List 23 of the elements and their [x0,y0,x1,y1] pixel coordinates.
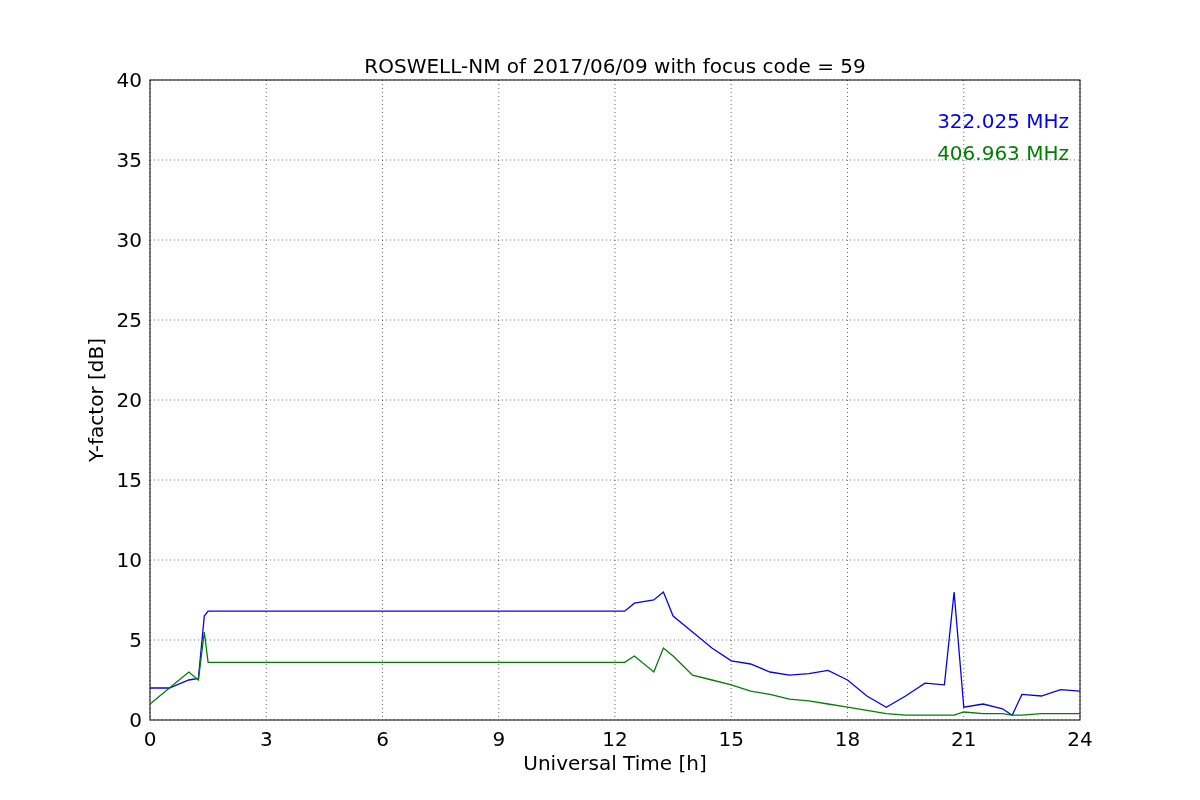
tick-label: 10 [116,548,142,572]
legend-label: 322.025 MHz [937,109,1069,133]
tick-label: 30 [116,228,142,252]
tick-label: 0 [129,708,142,732]
tick-label: 40 [116,68,142,92]
tick-label: 24 [1067,727,1093,751]
tick-label: 5 [129,628,142,652]
tick-label: 25 [116,308,142,332]
tick-label: 15 [718,727,744,751]
tick-label: 3 [259,727,273,751]
tick-label: 12 [602,727,628,751]
tick-label: 15 [116,468,142,492]
tick-label: 21 [951,727,977,751]
y-axis-label: Y-factor [dB] [84,338,108,462]
tick-label: 0 [143,727,157,751]
tick-label: 9 [492,727,506,751]
tick-label: 20 [116,388,142,412]
chart-title: ROSWELL-NM of 2017/06/09 with focus code = 59 [364,54,866,78]
legend-label: 406.963 MHz [937,141,1069,165]
tick-label: 18 [834,727,861,751]
tick-label: 6 [376,727,389,751]
x-axis-label: Universal Time [h] [523,751,707,775]
tick-label: 35 [116,148,142,172]
